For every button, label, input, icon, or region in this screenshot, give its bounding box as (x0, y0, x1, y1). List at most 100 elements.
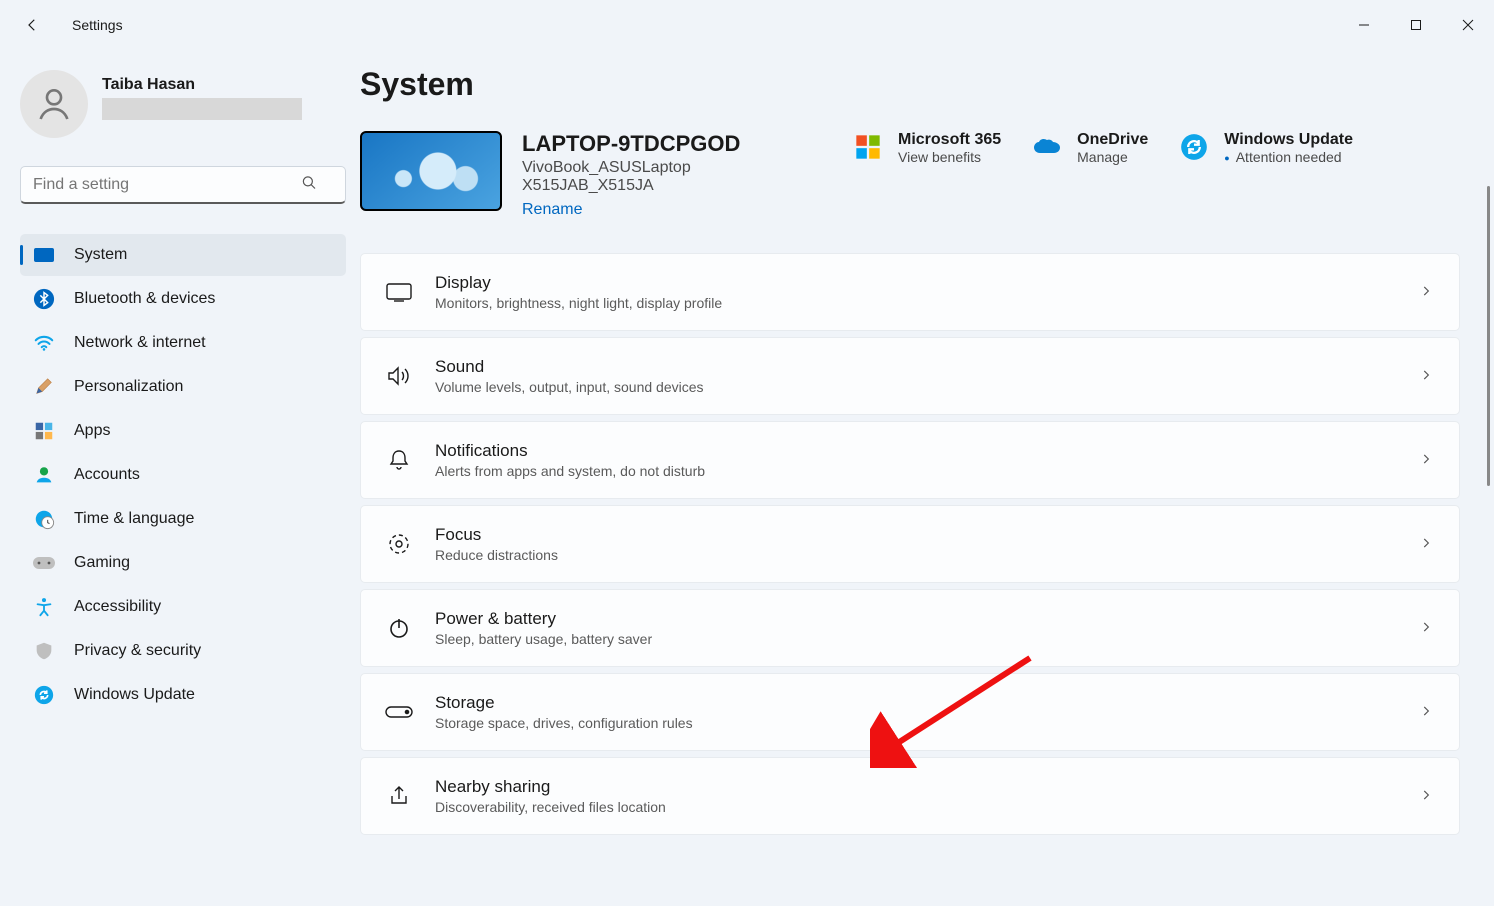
chevron-right-icon (1419, 704, 1435, 720)
tile-sub: Attention needed (1224, 149, 1353, 165)
sidebar-item-accounts[interactable]: Accounts (20, 454, 346, 496)
device-name: LAPTOP-9TDCPGOD (522, 131, 822, 157)
scrollbar[interactable] (1480, 50, 1492, 906)
back-button[interactable] (22, 15, 42, 35)
sidebar-item-network[interactable]: Network & internet (20, 322, 346, 364)
chevron-right-icon (1419, 284, 1435, 300)
window-controls (1338, 0, 1494, 50)
card-sound[interactable]: Sound Volume levels, output, input, soun… (360, 337, 1460, 415)
sidebar-item-label: Gaming (74, 554, 130, 572)
sidebar-item-privacy[interactable]: Privacy & security (20, 630, 346, 672)
chevron-right-icon (1419, 788, 1435, 804)
card-power-battery[interactable]: Power & battery Sleep, battery usage, ba… (360, 589, 1460, 667)
bell-icon (385, 448, 413, 472)
sound-icon (385, 365, 413, 387)
storage-icon (385, 705, 413, 719)
onedrive-icon (1031, 131, 1063, 163)
paintbrush-icon (32, 375, 56, 399)
sidebar-item-system[interactable]: System (20, 234, 346, 276)
scrollbar-thumb[interactable] (1487, 186, 1490, 486)
gamepad-icon (32, 551, 56, 575)
app-title: Settings (72, 17, 123, 33)
apps-icon (32, 419, 56, 443)
share-icon (385, 784, 413, 808)
sidebar-item-label: Accessibility (74, 598, 161, 616)
tile-sub: Manage (1077, 149, 1148, 165)
sidebar-item-label: Personalization (74, 378, 183, 396)
sidebar-item-label: Windows Update (74, 686, 195, 704)
card-title: Notifications (435, 441, 1419, 461)
wifi-icon (32, 331, 56, 355)
card-sub: Volume levels, output, input, sound devi… (435, 379, 1419, 395)
card-sub: Sleep, battery usage, battery saver (435, 631, 1419, 647)
profile-email-redacted (102, 98, 302, 120)
maximize-button[interactable] (1390, 0, 1442, 50)
sidebar-item-personalization[interactable]: Personalization (20, 366, 346, 408)
sidebar-item-windows-update[interactable]: Windows Update (20, 674, 346, 716)
tile-label: OneDrive (1077, 131, 1148, 149)
system-settings-list: Display Monitors, brightness, night ligh… (360, 253, 1470, 835)
globe-clock-icon (32, 507, 56, 531)
card-nearby-sharing[interactable]: Nearby sharing Discoverability, received… (360, 757, 1460, 835)
update-icon (32, 683, 56, 707)
sidebar-item-label: Privacy & security (74, 642, 201, 660)
minimize-button[interactable] (1338, 0, 1390, 50)
card-title: Nearby sharing (435, 777, 1419, 797)
sidebar-item-apps[interactable]: Apps (20, 410, 346, 452)
avatar (20, 70, 88, 138)
card-notifications[interactable]: Notifications Alerts from apps and syste… (360, 421, 1460, 499)
rename-link[interactable]: Rename (522, 201, 582, 219)
tile-microsoft-365[interactable]: Microsoft 365 View benefits (852, 131, 1001, 165)
accounts-icon (32, 463, 56, 487)
sidebar-item-accessibility[interactable]: Accessibility (20, 586, 346, 628)
tile-sub: View benefits (898, 149, 1001, 165)
card-sub: Reduce distractions (435, 547, 1419, 563)
sidebar-item-label: Network & internet (74, 334, 206, 352)
shield-icon (32, 639, 56, 663)
main-content: System LAPTOP-9TDCPGOD VivoBook_ASUSLapt… (360, 50, 1494, 906)
sidebar-item-time-language[interactable]: Time & language (20, 498, 346, 540)
tile-onedrive[interactable]: OneDrive Manage (1031, 131, 1148, 165)
sidebar-item-label: Bluetooth & devices (74, 290, 215, 308)
windows-update-icon (1178, 131, 1210, 163)
page-title: System (360, 66, 1470, 103)
tile-label: Microsoft 365 (898, 131, 1001, 149)
chevron-right-icon (1419, 620, 1435, 636)
sidebar-item-label: Accounts (74, 466, 140, 484)
card-sub: Storage space, drives, configuration rul… (435, 715, 1419, 731)
card-storage[interactable]: Storage Storage space, drives, configura… (360, 673, 1460, 751)
sidebar-item-label: Apps (74, 422, 110, 440)
search-icon (300, 174, 318, 197)
tile-windows-update[interactable]: Windows Update Attention needed (1178, 131, 1353, 165)
card-title: Sound (435, 357, 1419, 377)
sidebar-item-label: System (74, 246, 127, 264)
search-input[interactable] (20, 166, 346, 204)
chevron-right-icon (1419, 368, 1435, 384)
card-focus[interactable]: Focus Reduce distractions (360, 505, 1460, 583)
chevron-right-icon (1419, 452, 1435, 468)
card-title: Power & battery (435, 609, 1419, 629)
card-title: Display (435, 273, 1419, 293)
focus-icon (385, 532, 413, 556)
microsoft-365-icon (852, 131, 884, 163)
sidebar-item-label: Time & language (74, 510, 194, 528)
power-icon (385, 616, 413, 640)
display-icon (385, 282, 413, 302)
card-title: Focus (435, 525, 1419, 545)
card-title: Storage (435, 693, 1419, 713)
card-sub: Discoverability, received files location (435, 799, 1419, 815)
tile-label: Windows Update (1224, 131, 1353, 149)
sidebar-item-bluetooth[interactable]: Bluetooth & devices (20, 278, 346, 320)
titlebar: Settings (0, 0, 1494, 50)
device-thumbnail[interactable] (360, 131, 502, 211)
accessibility-icon (32, 595, 56, 619)
profile[interactable]: Taiba Hasan (20, 70, 346, 138)
sidebar-item-gaming[interactable]: Gaming (20, 542, 346, 584)
device-model: VivoBook_ASUSLaptop X515JAB_X515JA (522, 159, 822, 195)
chevron-right-icon (1419, 536, 1435, 552)
sidebar: Taiba Hasan System Bluetooth & devic (0, 50, 360, 906)
search-box[interactable] (20, 166, 346, 204)
card-display[interactable]: Display Monitors, brightness, night ligh… (360, 253, 1460, 331)
close-button[interactable] (1442, 0, 1494, 50)
bluetooth-icon (32, 287, 56, 311)
